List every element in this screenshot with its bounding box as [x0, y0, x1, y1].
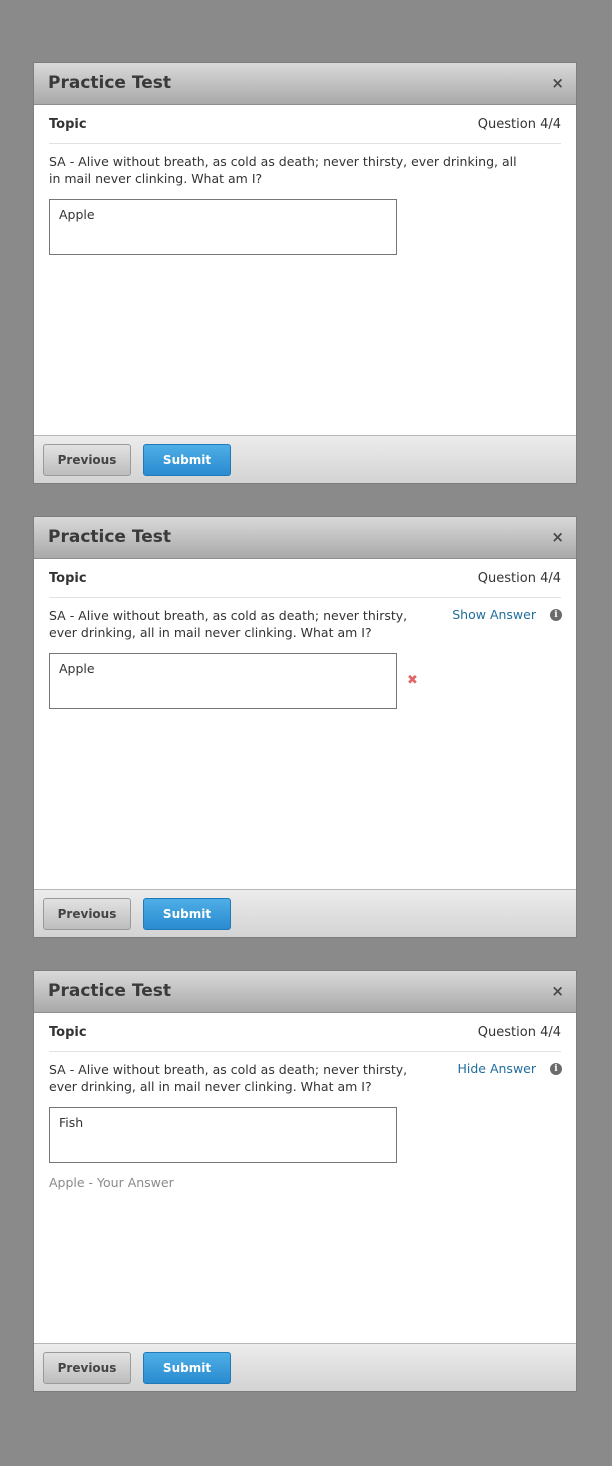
topic-row: Topic Question 4/4	[49, 105, 561, 144]
previous-button[interactable]: Previous	[43, 444, 131, 476]
question-text: SA - Alive without breath, as cold as de…	[49, 608, 408, 640]
dialog-footer: Previous Submit	[34, 435, 576, 483]
submit-button[interactable]: Submit	[143, 898, 231, 930]
previous-button[interactable]: Previous	[43, 1352, 131, 1384]
dialog-title: Practice Test	[48, 73, 171, 93]
dialog-title: Practice Test	[48, 527, 171, 547]
submit-button[interactable]: Submit	[143, 1352, 231, 1384]
topic-label: Topic	[49, 117, 87, 132]
practice-test-dialog: Practice Test × Topic Question 4/4 SA - …	[33, 516, 577, 938]
question-text: SA - Alive without breath, as cold as de…	[49, 1062, 408, 1094]
hide-answer-link[interactable]: Hide Answer	[457, 1061, 536, 1076]
dialog-footer: Previous Submit	[34, 889, 576, 937]
submit-button[interactable]: Submit	[143, 444, 231, 476]
dialog-footer: Previous Submit	[34, 1343, 576, 1391]
question-text: SA - Alive without breath, as cold as de…	[49, 154, 517, 186]
topic-label: Topic	[49, 571, 87, 586]
topic-row: Topic Question 4/4	[49, 1013, 561, 1052]
close-icon[interactable]: ×	[551, 528, 564, 546]
info-icon[interactable]: i	[550, 1063, 562, 1075]
answer-input[interactable]: Apple	[49, 653, 397, 709]
previous-button[interactable]: Previous	[43, 898, 131, 930]
answer-input[interactable]: Fish	[49, 1107, 397, 1163]
question-counter: Question 4/4	[477, 571, 561, 586]
dialog-header: Practice Test ×	[34, 63, 576, 105]
wrong-answer-icon: ✖	[407, 673, 418, 688]
dialog-header: Practice Test ×	[34, 517, 576, 559]
close-icon[interactable]: ×	[551, 982, 564, 1000]
dialog-header: Practice Test ×	[34, 971, 576, 1013]
info-icon[interactable]: i	[550, 609, 562, 621]
question-counter: Question 4/4	[477, 117, 561, 132]
practice-test-dialog: Practice Test × Topic Question 4/4 SA - …	[33, 970, 577, 1392]
topic-row: Topic Question 4/4	[49, 559, 561, 598]
dialog-title: Practice Test	[48, 981, 171, 1001]
close-icon[interactable]: ×	[551, 74, 564, 92]
question-counter: Question 4/4	[477, 1025, 561, 1040]
topic-label: Topic	[49, 1025, 87, 1040]
practice-test-dialog: Practice Test × Topic Question 4/4 SA - …	[33, 62, 577, 484]
your-answer-note: Apple - Your Answer	[49, 1175, 174, 1190]
show-answer-link[interactable]: Show Answer	[452, 607, 536, 622]
answer-input[interactable]: Apple	[49, 199, 397, 255]
